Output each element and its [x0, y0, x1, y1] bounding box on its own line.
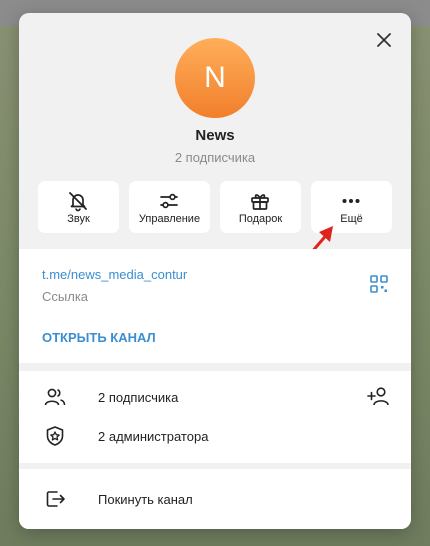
leave-channel-row[interactable]: Покинуть канал [19, 480, 411, 518]
leave-icon [46, 491, 65, 507]
admins-count: 2 администратора [98, 429, 209, 444]
channel-subscriber-count: 2 подписчика [174, 150, 256, 165]
channel-info-dialog: N News 2 подписчика Звук Управление Пода… [19, 13, 411, 529]
leave-channel-label: Покинуть канал [98, 492, 193, 507]
qr-code-icon[interactable] [370, 275, 388, 293]
leave-section: Покинуть канал [19, 469, 411, 529]
channel-name: News [195, 127, 235, 144]
manage-label: Управление [138, 213, 201, 225]
mute-label: Звук [67, 213, 90, 225]
close-icon[interactable] [375, 31, 393, 49]
channel-avatar[interactable]: N [175, 38, 255, 118]
shield-star-icon [46, 426, 64, 446]
add-user-icon[interactable] [366, 385, 390, 407]
link-caption: Ссылка [42, 289, 89, 304]
admins-row[interactable]: 2 администратора [19, 417, 411, 455]
manage-button[interactable]: Управление [129, 181, 210, 233]
open-channel-button[interactable]: ОТКРЫТЬ КАНАЛ [42, 330, 156, 345]
gift-icon [251, 194, 269, 210]
subscribers-row[interactable]: 2 подписчика [19, 378, 411, 416]
channel-link-section: t.me/news_media_contur Ссылка ОТКРЫТЬ КА… [19, 249, 411, 363]
channel-link[interactable]: t.me/news_media_contur [42, 267, 187, 282]
more-dots-icon [342, 199, 360, 203]
mute-button[interactable]: Звук [38, 181, 119, 233]
sliders-icon [160, 193, 178, 209]
people-icon [44, 388, 66, 406]
subscribers-count: 2 подписчика [98, 390, 179, 405]
members-section: 2 подписчика 2 администратора [19, 371, 411, 463]
bell-off-icon [69, 192, 87, 212]
